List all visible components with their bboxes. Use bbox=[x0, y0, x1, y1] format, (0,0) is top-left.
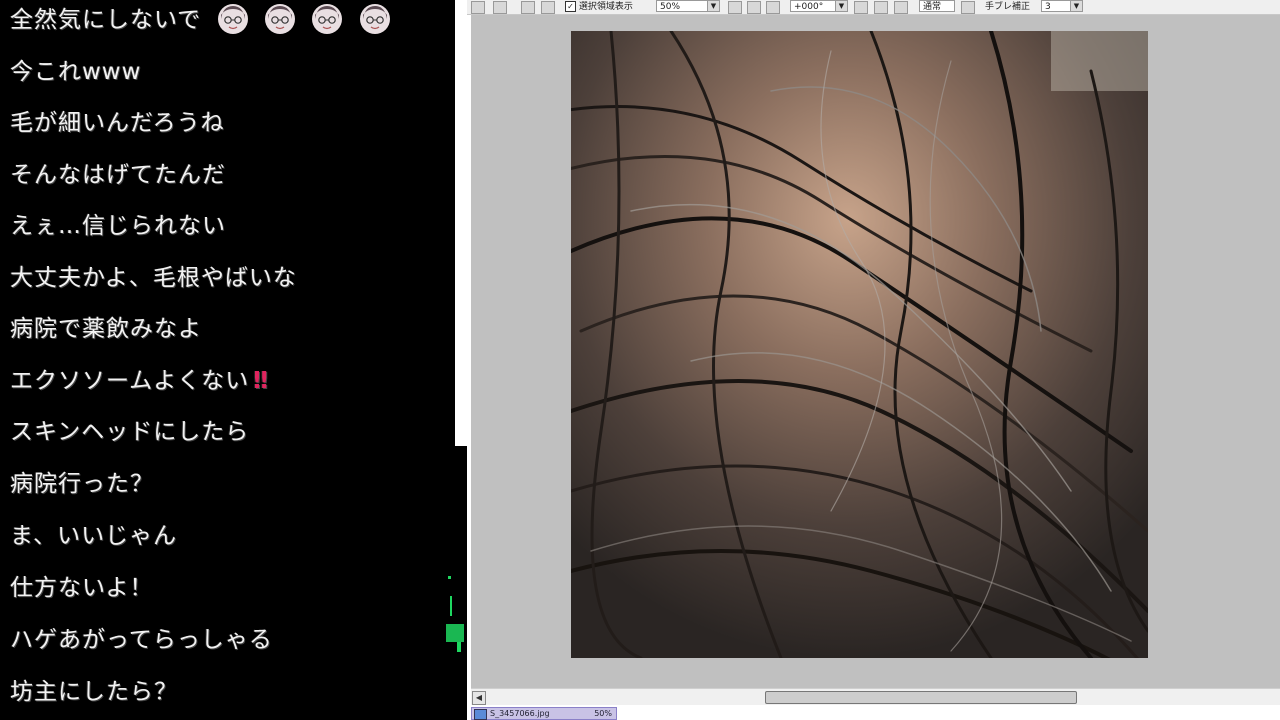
chat-message: スキンヘッドにしたら bbox=[10, 414, 249, 450]
chat-message-text: エクソソームよくない bbox=[10, 368, 250, 394]
avatar-icon bbox=[217, 3, 249, 35]
stabilizer-label: 手ブレ補正 bbox=[985, 2, 1031, 12]
chat-message-text: 病院で薬飲みなよ bbox=[10, 316, 202, 342]
chat-message: 大丈夫かよ、毛根やばいな bbox=[10, 260, 297, 296]
fit-button[interactable] bbox=[766, 1, 780, 14]
rotation-select[interactable]: +000° ▼ bbox=[790, 0, 848, 12]
canvas-area[interactable] bbox=[471, 15, 1280, 688]
scalp-photo bbox=[571, 31, 1148, 658]
side-panel-strip bbox=[443, 446, 467, 720]
blend-mode-select[interactable]: 通常 bbox=[919, 0, 955, 12]
indicator-pixel bbox=[450, 596, 452, 616]
chat-message: エクソソームよくない ‼ bbox=[10, 363, 269, 399]
rotate-left-button[interactable] bbox=[854, 1, 868, 14]
fill-button[interactable] bbox=[541, 1, 555, 14]
indicator-pixel bbox=[448, 576, 451, 579]
file-tab[interactable]: S_3457066.jpg 50% bbox=[471, 707, 617, 720]
rotate-reset-button[interactable] bbox=[894, 1, 908, 14]
undo-button[interactable] bbox=[471, 1, 485, 14]
scroll-left-icon[interactable]: ◀ bbox=[472, 691, 486, 705]
chat-message-text: ま、いいじゃん bbox=[10, 523, 178, 549]
chevron-down-icon[interactable]: ▼ bbox=[1070, 1, 1082, 11]
chat-message: 仕方ないよ！ bbox=[10, 570, 154, 606]
chat-message: 病院行った？ bbox=[10, 466, 154, 502]
chevron-down-icon[interactable]: ▼ bbox=[835, 1, 847, 11]
status-bar: S_3457066.jpg 50% bbox=[467, 705, 1280, 720]
chat-message-text: スキンヘッドにしたら bbox=[10, 419, 250, 445]
file-zoom: 50% bbox=[594, 709, 612, 718]
horizontal-scrollbar[interactable]: ◀ bbox=[471, 688, 1280, 705]
blend-mode-value: 通常 bbox=[923, 2, 942, 12]
zoom-out-button[interactable] bbox=[728, 1, 742, 14]
chat-message-text: そんなはげてたんだ bbox=[10, 162, 226, 188]
chat-message: 全然気にしないで bbox=[10, 2, 391, 38]
stabilizer-select[interactable]: 3 ▼ bbox=[1041, 0, 1083, 12]
chat-message: そんなはげてたんだ bbox=[10, 157, 226, 193]
indicator-pixel bbox=[446, 624, 464, 642]
chat-message-text: 仕方ないよ！ bbox=[10, 575, 154, 601]
avatar-icon bbox=[359, 3, 391, 35]
chat-message-text: 病院行った？ bbox=[10, 471, 154, 497]
chat-message-text: 今これwww bbox=[10, 59, 142, 85]
chat-message-text: 全然気にしないで bbox=[10, 7, 202, 33]
chat-message: 坊主にしたら？ bbox=[10, 674, 178, 710]
chat-message: 病院で薬飲みなよ bbox=[10, 311, 202, 347]
stabilizer-value: 3 bbox=[1045, 2, 1051, 12]
chat-message-text: 坊主にしたら？ bbox=[10, 679, 178, 705]
layer-button[interactable] bbox=[961, 1, 975, 14]
chat-panel: 全然気にしないで 今これwww 毛が細いんだろうね そんなはげてたんだ えぇ…信… bbox=[0, 0, 445, 720]
chat-message-text: 大丈夫かよ、毛根やばいな bbox=[10, 265, 297, 291]
rotate-right-button[interactable] bbox=[874, 1, 888, 14]
exclamation-icon: ‼ bbox=[253, 368, 269, 394]
rotation-value: +000° bbox=[794, 2, 824, 12]
avatar-icon bbox=[264, 3, 296, 35]
scrollbar-thumb[interactable] bbox=[765, 691, 1077, 704]
chat-message: えぇ…信じられない bbox=[10, 208, 226, 244]
redo-button[interactable] bbox=[493, 1, 507, 14]
chat-message-text: ハゲあがってらっしゃる bbox=[10, 627, 273, 653]
window-edge bbox=[455, 0, 467, 446]
file-name: S_3457066.jpg bbox=[490, 709, 550, 718]
chat-message: ま、いいじゃん bbox=[10, 518, 177, 554]
chat-message: ハゲあがってらっしゃる bbox=[10, 622, 273, 658]
chat-message-text: 毛が細いんだろうね bbox=[10, 110, 225, 136]
selection-display-toggle[interactable]: ✓ 選択領域表示 bbox=[565, 1, 633, 13]
toolbar: ✓ 選択領域表示 50% ▼ +000° ▼ 通常 手ブレ補正 3 ▼ bbox=[467, 0, 1280, 15]
chat-message-text: えぇ…信じられない bbox=[10, 213, 226, 239]
image-file-icon bbox=[474, 709, 487, 720]
chevron-down-icon[interactable]: ▼ bbox=[707, 1, 719, 11]
avatar-icon bbox=[311, 3, 343, 35]
chat-message: 毛が細いんだろうね bbox=[10, 105, 225, 141]
selection-display-label: 選択領域表示 bbox=[578, 2, 633, 12]
chat-message: 今これwww bbox=[10, 54, 141, 90]
canvas-image bbox=[571, 31, 1148, 658]
zoom-in-button[interactable] bbox=[747, 1, 761, 14]
checkbox-icon[interactable]: ✓ bbox=[565, 1, 576, 12]
clear-button[interactable] bbox=[521, 1, 535, 14]
zoom-value: 50% bbox=[660, 2, 681, 12]
indicator-pixel bbox=[457, 642, 461, 652]
zoom-select[interactable]: 50% ▼ bbox=[656, 0, 720, 12]
